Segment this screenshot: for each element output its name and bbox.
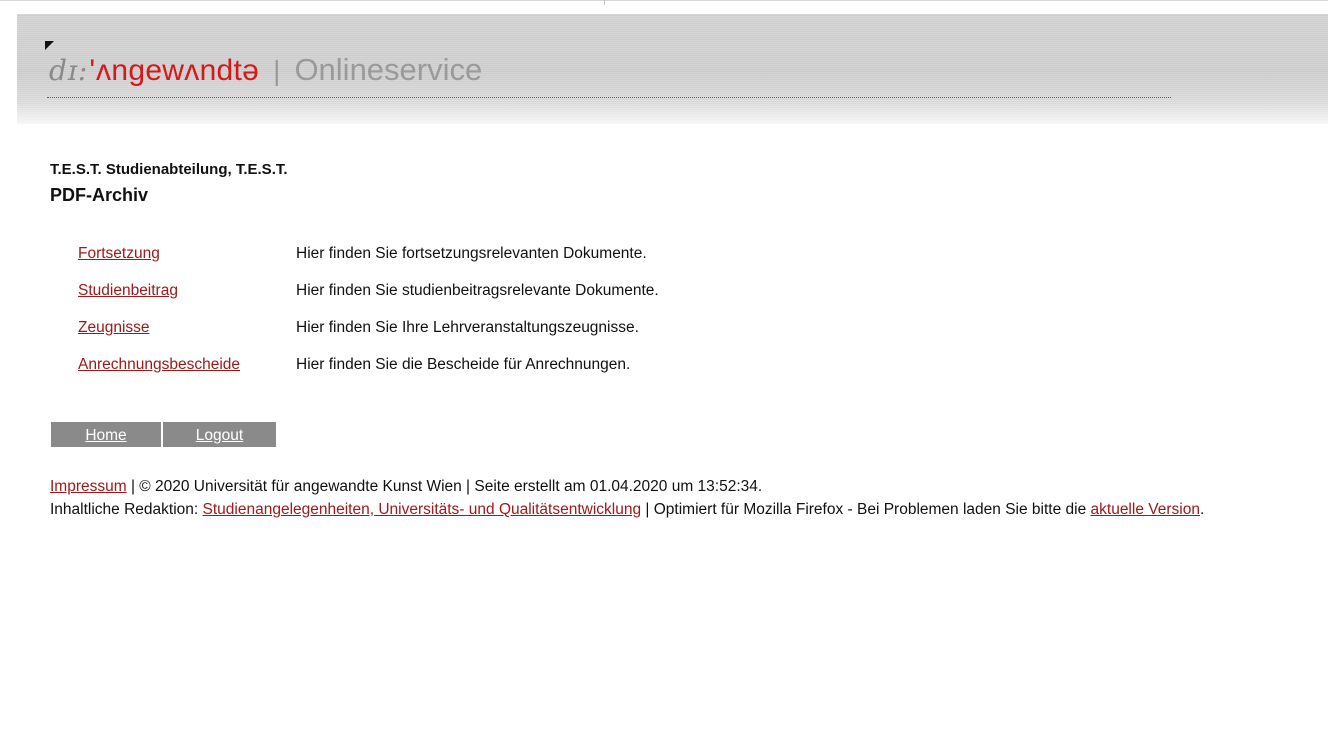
archive-list: Fortsetzung Hier finden Sie fortsetzungs… xyxy=(78,244,659,392)
footer-line-2: Inhaltliche Redaktion: Studienangelegenh… xyxy=(50,499,1320,520)
footer-copyright-text: | © 2020 Universität für angewandte Kuns… xyxy=(126,478,763,495)
page-footer: Impressum | © 2020 Universität für angew… xyxy=(50,476,1320,520)
home-button[interactable]: Home xyxy=(51,422,163,447)
logo-apostrophe: ' xyxy=(89,54,96,87)
footer-period: . xyxy=(1199,501,1205,518)
logo-phonetic: dɪ: xyxy=(49,54,89,87)
link-anrechnungsbescheide[interactable]: Anrechnungsbescheide xyxy=(78,356,240,373)
page-title: PDF-Archiv xyxy=(50,185,149,205)
logout-button[interactable]: Logout xyxy=(163,422,276,447)
link-fortsetzung[interactable]: Fortsetzung xyxy=(78,245,160,262)
redaktion-link[interactable]: Studienangelegenheiten, Universitäts- un… xyxy=(203,501,642,518)
impressum-link[interactable]: Impressum xyxy=(50,478,127,495)
rule-tick xyxy=(604,0,605,5)
archive-row: Anrechnungsbescheide Hier finden Sie die… xyxy=(78,355,659,392)
logo-brand: ʌngewʌndtə xyxy=(96,54,260,87)
archive-description: Hier finden Sie fortsetzungsrelevanten D… xyxy=(296,245,647,262)
footer-redaktion-label: Inhaltliche Redaktion: xyxy=(50,501,203,518)
archive-row: Fortsetzung Hier finden Sie fortsetzungs… xyxy=(78,244,659,281)
archive-description: Hier finden Sie Ihre Lehrveranstaltungsz… xyxy=(296,319,639,336)
archive-description: Hier finden Sie studienbeitragsrelevante… xyxy=(296,282,659,299)
archive-row: Studienbeitrag Hier finden Sie studienbe… xyxy=(78,281,659,318)
header-dotted-divider xyxy=(47,97,1171,98)
logo-separator: | xyxy=(273,55,281,86)
current-version-link[interactable]: aktuelle Version xyxy=(1091,501,1200,518)
site-header: dɪ: ' ʌngewʌndtə | Onlineservice xyxy=(17,14,1328,124)
browser-top-rule xyxy=(0,0,1328,5)
org-line: T.E.S.T. Studienabteilung, T.E.S.T. xyxy=(50,161,288,178)
link-studienbeitrag[interactable]: Studienbeitrag xyxy=(78,282,178,299)
archive-description: Hier finden Sie die Bescheide für Anrech… xyxy=(296,356,631,373)
footer-browser-note: | Optimiert für Mozilla Firefox - Bei Pr… xyxy=(641,501,1091,518)
site-logo: dɪ: ' ʌngewʌndtə | Onlineservice xyxy=(49,52,482,92)
footer-line-1: Impressum | © 2020 Universität für angew… xyxy=(50,476,1320,497)
archive-row: Zeugnisse Hier finden Sie Ihre Lehrveran… xyxy=(78,318,659,355)
logo-service-title: Onlineservice xyxy=(294,52,483,87)
bottom-nav-bar: Home Logout xyxy=(51,422,276,447)
link-zeugnisse[interactable]: Zeugnisse xyxy=(78,319,150,336)
logo-corner-mark xyxy=(45,41,54,50)
